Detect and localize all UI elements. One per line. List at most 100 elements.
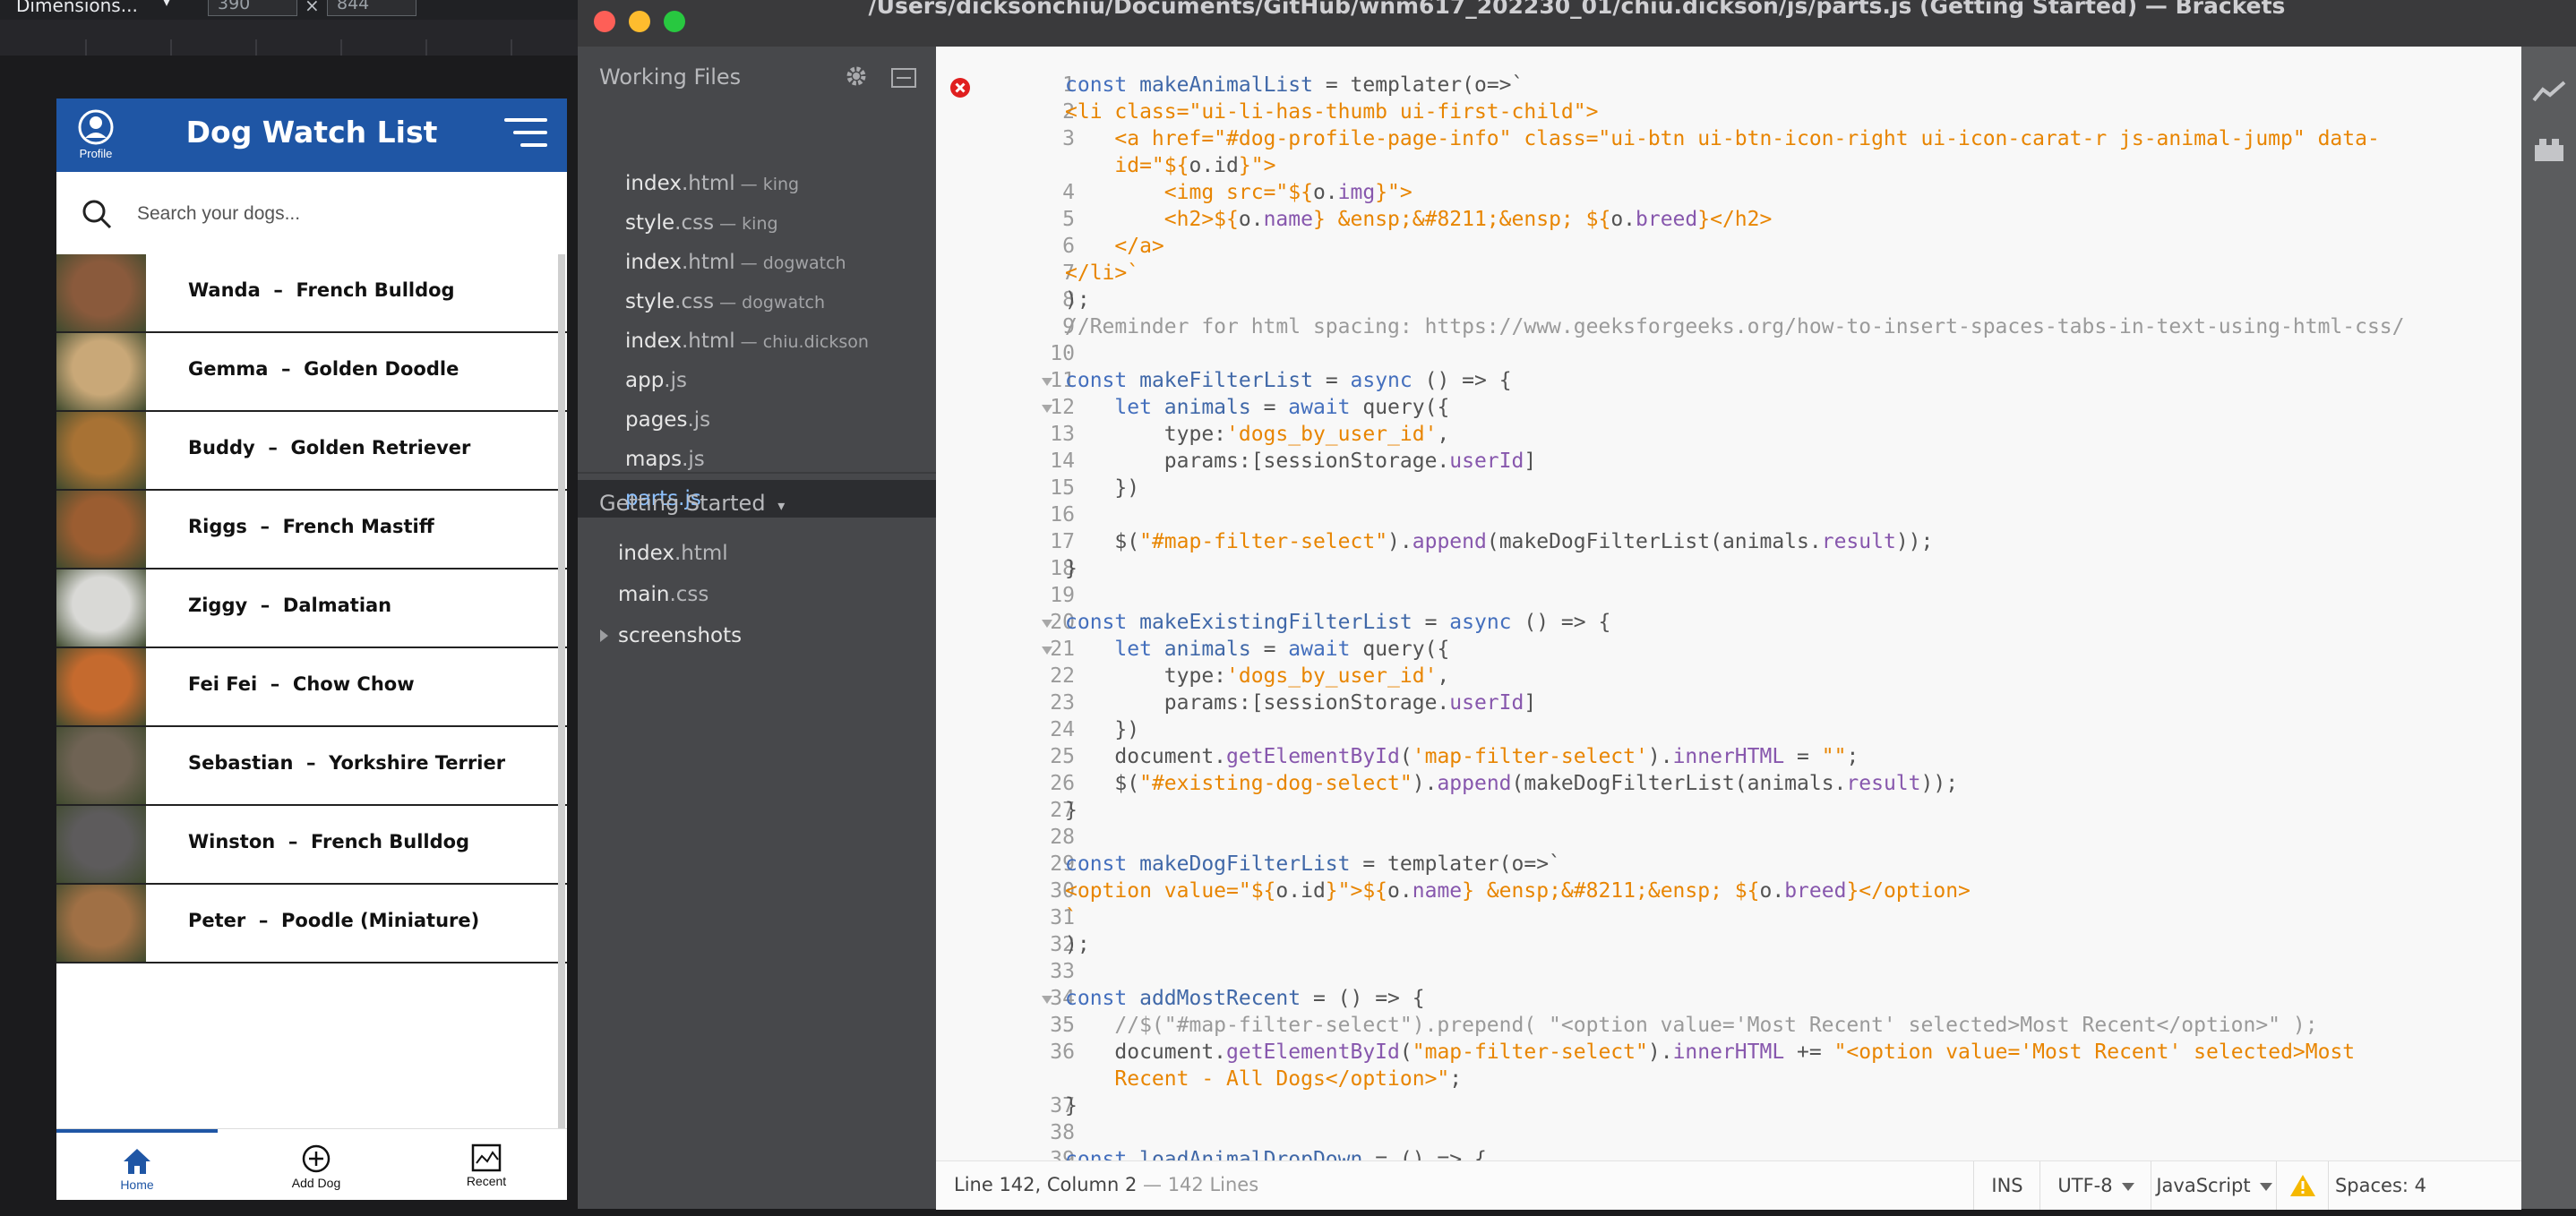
code-token: ( [1399, 1040, 1413, 1064]
code-text: </a> [1065, 235, 1164, 258]
project-caret: ▾ [777, 497, 786, 514]
gear-icon[interactable] [845, 64, 868, 88]
working-file-item[interactable]: app.js [578, 362, 936, 399]
code-line: 38 [936, 1121, 2521, 1148]
dog-list-item[interactable]: Wanda – French Bulldog [56, 254, 567, 333]
width-input[interactable]: 390 [208, 0, 297, 16]
code-text: //$("#map-filter-select").prepend( "<opt… [1065, 1014, 2317, 1037]
dimensions-caret-icon[interactable]: ▾ [163, 0, 170, 10]
code-editor[interactable]: 1 const makeAnimalList = templater(o=>` 2 <… [936, 47, 2521, 1160]
file-name: main [618, 583, 670, 606]
dimensions-dropdown[interactable]: Dimensions... [16, 0, 138, 16]
cursor-position[interactable]: Line 142, Column 2 — 142 Lines [954, 1174, 1258, 1195]
code-line: 22 type:'dogs_by_user_id', [936, 664, 2521, 691]
project-folder-item[interactable]: screenshots [578, 619, 936, 656]
encoding-select[interactable]: UTF-8 [2039, 1161, 2151, 1210]
code-line: 36 document.getElementById("map-filter-s… [936, 1040, 2521, 1067]
search-input[interactable] [135, 197, 533, 231]
code-line: 24 }) [936, 718, 2521, 745]
dog-list-item[interactable]: Winston – French Bulldog [56, 806, 567, 885]
add-circle-icon [302, 1144, 331, 1173]
code-token: () => { [1412, 369, 1512, 392]
dog-thumbnail [56, 333, 146, 410]
fold-arrow-icon[interactable] [1042, 996, 1052, 1004]
code-token: 'dogs_by_user_id' [1226, 423, 1438, 446]
code-line: 15 }) [936, 476, 2521, 503]
project-name: Getting Started [599, 491, 766, 516]
dog-list-item[interactable]: Riggs – French Mastiff [56, 491, 567, 569]
code-text: <img src="${o.img}"> [1065, 181, 1413, 204]
working-file-item[interactable]: style.css — king [578, 204, 936, 242]
live-preview-icon[interactable] [2532, 79, 2566, 106]
app-title: Dog Watch List [185, 115, 438, 150]
dog-list-item[interactable]: Sebastian – Yorkshire Terrier [56, 727, 567, 806]
code-line: 37} [936, 1094, 2521, 1121]
code-token: }</h2> [1697, 208, 1773, 231]
code-token: }) [1065, 718, 1140, 741]
dog-list-item[interactable]: Fei Fei – Chow Chow [56, 648, 567, 727]
code-token: } &ensp;&#8211;&ensp; ${ [1312, 208, 1611, 231]
code-token: , [1437, 423, 1450, 446]
folder-expand-icon[interactable] [600, 629, 608, 642]
code-line: Recent - All Dogs</option>"; [936, 1067, 2521, 1094]
code-token: ( [1399, 745, 1413, 768]
indent-setting[interactable]: Spaces: 4 [2328, 1161, 2433, 1210]
language-select[interactable]: JavaScript [2151, 1161, 2277, 1210]
code-token: o. [1387, 879, 1413, 903]
dog-list-item[interactable]: Ziggy – Dalmatian [56, 569, 567, 648]
dog-list-item[interactable]: Gemma – Golden Doodle [56, 333, 567, 412]
code-token: </li>` [1065, 261, 1140, 285]
working-file-item[interactable]: index.html — king [578, 165, 936, 202]
code-text: const makeFilterList = async () => { [1065, 369, 1512, 392]
code-token: innerHTML [1672, 1040, 1785, 1064]
code-token: )); [1895, 530, 1934, 553]
working-file-item[interactable]: index.html — chiu.dickson [578, 322, 936, 360]
working-file-item[interactable]: index.html — dogwatch [578, 244, 936, 281]
code-text: </li>` [1065, 261, 1139, 285]
insert-mode-text: INS [1991, 1175, 2023, 1196]
file-dir: — chiu.dickson [734, 332, 869, 352]
fold-arrow-icon[interactable] [1042, 378, 1052, 386]
nav-home[interactable]: Home [56, 1129, 218, 1200]
dimension-times: × [305, 0, 320, 16]
extension-manager-icon[interactable] [2532, 136, 2566, 163]
project-header[interactable]: Getting Started ▾ [599, 491, 785, 516]
nav-add-label: Add Dog [291, 1176, 341, 1190]
dog-list-item[interactable]: Buddy – Golden Retriever [56, 412, 567, 491]
code-token: o.id [1275, 879, 1326, 903]
code-text: <option value="${o.id}">${o.name} &ensp;… [1065, 879, 1971, 903]
split-view-icon[interactable] [891, 68, 916, 88]
dog-name-breed: Wanda – French Bulldog [188, 279, 455, 301]
fold-arrow-icon[interactable] [1042, 405, 1052, 413]
code-token: = [1784, 745, 1822, 768]
code-token: } [1065, 1094, 1078, 1118]
code-token: o. [1759, 879, 1785, 903]
nav-recent-label: Recent [466, 1174, 507, 1188]
fold-arrow-icon[interactable] [1042, 647, 1052, 655]
working-file-item[interactable]: pages.js [578, 401, 936, 439]
nav-recent[interactable]: Recent [406, 1129, 567, 1200]
dog-list-item[interactable]: Peter – Poodle (Miniature) [56, 885, 567, 963]
insert-mode-toggle[interactable]: INS [1973, 1161, 2040, 1210]
menu-button[interactable] [504, 118, 547, 152]
code-line: 21 let animals = await query({ [936, 638, 2521, 664]
lint-status[interactable] [2276, 1161, 2329, 1210]
code-line: 23 params:[sessionStorage.userId] [936, 691, 2521, 718]
hamburger-icon [504, 118, 547, 122]
scrollbar[interactable] [558, 254, 565, 1159]
file-dir: — king [714, 214, 778, 234]
code-token: document. [1065, 745, 1227, 768]
code-token: getElementById [1226, 1040, 1400, 1064]
file-ext: .js [664, 369, 687, 392]
working-file-item[interactable]: style.css — dogwatch [578, 283, 936, 321]
fold-arrow-icon[interactable] [1042, 620, 1052, 628]
code-token: ); [1065, 288, 1090, 312]
code-text: type:'dogs_by_user_id', [1065, 664, 1450, 688]
code-text: $("#map-filter-select").append(makeDogFi… [1065, 530, 1933, 553]
project-file-item[interactable]: index.html [578, 536, 936, 574]
device-viewport: Profile Dog Watch List Wanda – French Bu… [56, 98, 567, 1200]
nav-add-dog[interactable]: Add Dog [236, 1129, 397, 1200]
code-token: </a> [1065, 235, 1164, 258]
height-input[interactable]: 844 [327, 0, 416, 16]
project-file-item[interactable]: main.css [578, 578, 936, 615]
